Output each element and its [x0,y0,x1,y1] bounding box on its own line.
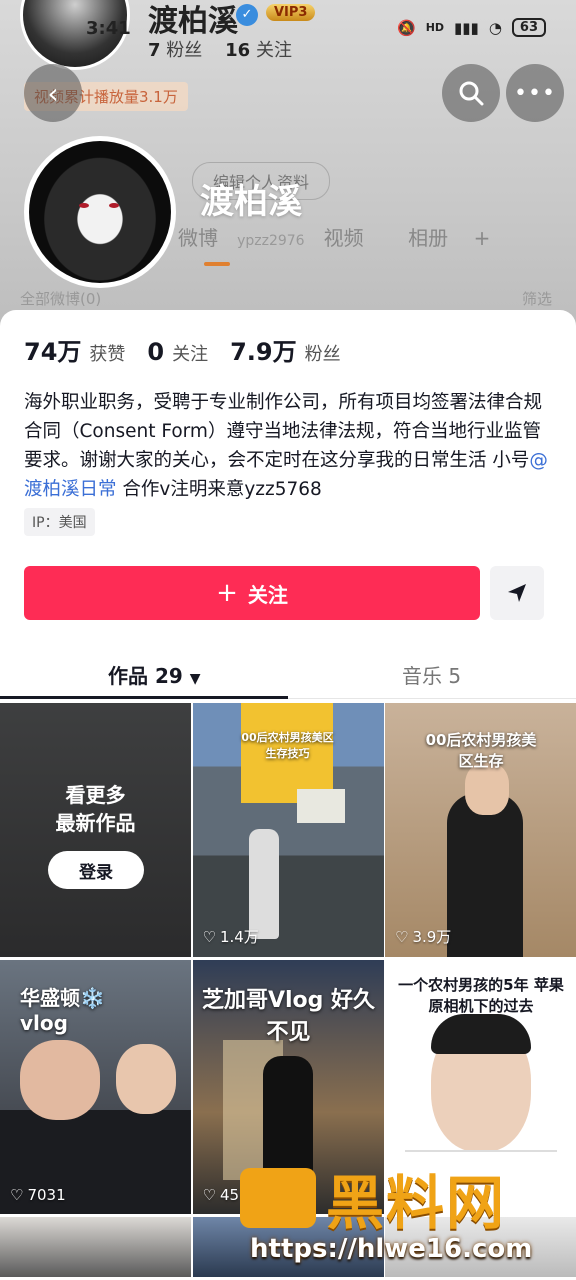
ip-location-tag: IP：美国 [24,508,95,536]
add-icon: + [473,226,491,250]
header-filter-right: 筛选 [521,290,552,308]
chevron-left-icon: ‹ [47,76,59,110]
video-caption: 一个农村男孩的5年 苹果原相机下的过去 [398,976,564,1015]
heart-icon: ♡ [202,1186,216,1204]
likes-stat[interactable]: 74万 获赞 [24,332,125,367]
watermark-text: 黑料网 [326,1169,507,1237]
bio-text: 海外职业职务，受聘于专业制作公司，所有项目均签署法律合规合同（Consent F… [24,392,543,471]
header-filter-left: 全部微博(0) [20,290,102,308]
content-tabs: 作品 29 ▼ 音乐 5 [0,650,576,700]
tab-works-label: 作品 29 [108,664,183,688]
video-thumbnail-face [116,1044,176,1114]
video-thumbnail-face [20,1040,100,1120]
profile-card: 74万 获赞 0 关注 7.9万 粉丝 海外职业职务，受聘于专业制作公司，所有项… [0,310,576,700]
header-tabs: 微博 ypzz2976 视频 相册 + [178,222,490,251]
mute-icon: 🔕 [397,18,416,37]
send-icon [508,584,526,602]
following-stat[interactable]: 0 关注 [147,338,208,366]
wifi-icon: ◔ [488,18,502,37]
status-time: 3:41 [86,18,131,39]
video-likes: ♡ 1.4万 [203,926,259,947]
video-thumbnail-hair [431,1014,531,1054]
login-button[interactable]: 登录 [48,851,144,889]
video-likes-count: 1.4万 [219,928,259,946]
header-tab-weibo: 微博 [178,226,218,250]
latest-works-text: 最新作品 [55,811,136,835]
avatar-image [29,141,171,283]
video-tile[interactable]: 华盛顿❄️ vlog ♡ 7031 [0,960,191,1214]
likes-count: 74万 [24,338,82,366]
followers-stat[interactable]: 7.9万 粉丝 [230,332,341,367]
video-thumbnail-person [447,793,523,957]
tab-works[interactable]: 作品 29 ▼ [108,660,201,689]
site-watermark: 黑料网 https://hlwe16.com [240,1160,570,1276]
bio-suffix: 合作v注明来意yzz5768 [116,479,322,500]
profile-name: 渡柏溪 [200,182,302,222]
more-icon: ••• [514,80,556,106]
video-caption: 芝加哥Vlog 好久不见 [201,988,376,1045]
likes-label: 获赞 [89,344,126,365]
status-bar: 3:41 🔕 HD ▮▮▮ ◔ 63 [0,18,576,46]
locked-video-tile[interactable]: 看更多 最新作品 登录 [0,703,191,957]
profile-stats: 74万 获赞 0 关注 7.9万 粉丝 [24,332,363,367]
signal-label: HD [425,21,445,34]
video-likes: ♡ 45 [203,1186,240,1204]
video-thumbnail-person [248,829,279,939]
followers-count: 7.9万 [230,338,297,366]
watermark-logo-icon [240,1168,316,1228]
video-tile[interactable]: 00后农村男孩美区生存 ♡ 3.9万 [385,703,576,957]
heart-icon: ♡ [395,927,409,946]
video-likes-count: 3.9万 [412,928,452,946]
heart-icon: ♡ [202,927,216,946]
video-likes-count: 45 [219,1186,240,1204]
header-tab-album: 相册 [408,226,449,250]
video-caption: 00后农村男孩美区生存 [425,731,537,770]
signal-icon: ▮▮▮ [454,18,479,37]
search-icon [459,81,484,106]
header-douyin-id: ypzz2976 [237,233,305,249]
header-tab-video: 视频 [323,226,364,250]
video-thumbnail-shop-sign [296,789,345,823]
video-likes-count: 7031 [27,1186,66,1204]
more-button[interactable]: ••• [506,64,564,122]
following-count: 0 [147,338,165,366]
profile-bio: 海外职业职务，受聘于专业制作公司，所有项目均签署法律合规合同（Consent F… [24,388,554,504]
follow-button[interactable]: + 关注 [24,566,480,620]
video-likes: ♡ 3.9万 [395,926,451,947]
header-tab-indicator [204,262,230,266]
avatar-eye-right [109,203,119,208]
battery-icon: 63 [511,18,546,37]
video-tile[interactable]: 00后农村男孩美区生存技巧 ♡ 1.4万 [192,703,384,957]
video-likes: ♡ 7031 [10,1186,66,1204]
plus-icon: + [216,578,238,608]
watermark-url: https://hlwe16.com [250,1234,533,1264]
followers-label: 粉丝 [304,344,341,365]
tab-music[interactable]: 音乐 5 [402,660,461,689]
heart-icon: ♡ [10,1186,24,1204]
avatar-eye-left [79,203,89,208]
tab-active-indicator [0,696,288,699]
video-tile[interactable] [0,1217,191,1277]
video-caption: 00后农村男孩美区生存技巧 [241,731,334,760]
share-button[interactable] [490,566,544,620]
follow-label: 关注 [247,582,288,607]
video-caption: 华盛顿❄️ vlog [20,986,105,1035]
following-label: 关注 [172,344,209,365]
profile-avatar[interactable] [24,136,176,288]
back-button[interactable]: ‹ [24,64,82,122]
status-icons: 🔕 HD ▮▮▮ ◔ 63 [397,18,546,37]
caret-down-icon: ▼ [189,671,201,687]
search-button[interactable] [442,64,500,122]
see-more-text: 看更多 [65,783,126,807]
